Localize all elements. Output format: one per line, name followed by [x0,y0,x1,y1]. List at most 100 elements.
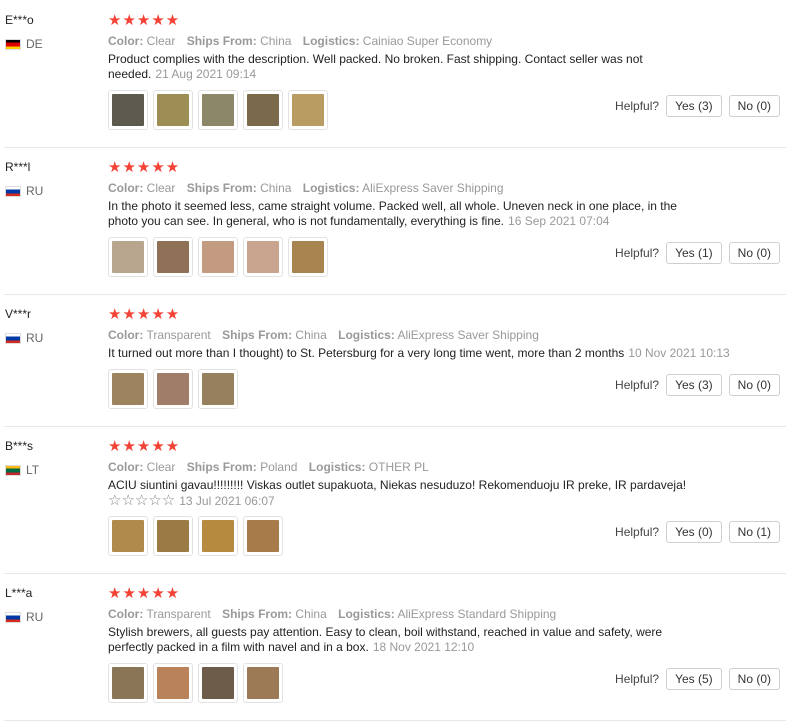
review-body: ACIU siuntini gavau!!!!!!!!! Viskas outl… [108,478,687,492]
review-body: It turned out more than I thought) to St… [108,346,625,360]
helpful-label: Helpful? [615,525,660,539]
review-photo-thumb[interactable] [198,237,238,277]
helpful-no-button[interactable]: No (0) [728,668,780,690]
review-divider [4,720,786,721]
review-photo-thumb[interactable] [108,237,148,277]
review-photo-thumb[interactable] [288,237,328,277]
review-photo-thumb[interactable] [153,369,193,409]
reviewer-name: E***o [5,13,34,27]
logistics-label: Logistics: [302,34,360,48]
reviewer-country: DE [5,37,43,51]
country-code: RU [26,184,44,198]
review-meta: Color: Clear Ships From: Poland Logistic… [108,460,429,474]
country-code: RU [26,610,44,624]
review-text: In the photo it seemed less, came straig… [108,199,703,229]
ships-from-value: China [295,328,327,342]
logistics-label: Logistics: [302,181,360,195]
logistics-value: AliExpress Saver Shipping [397,328,539,342]
country-code: LT [26,463,40,477]
review-photo-thumb[interactable] [108,90,148,130]
helpful-yes-button[interactable]: Yes (1) [666,242,722,264]
review-meta: Color: Clear Ships From: China Logistics… [108,34,492,48]
color-value: Transparent [146,607,211,621]
review-photo-thumb[interactable] [198,516,238,556]
logistics-label: Logistics: [338,607,395,621]
review-photo-thumb[interactable] [153,516,193,556]
review-photo-thumb[interactable] [198,663,238,703]
review-photo-thumb[interactable] [153,90,193,130]
ships-from-value: China [260,34,292,48]
helpful-group: Helpful? Yes (1) No (0) [615,242,780,264]
reviewer-country: RU [5,184,43,198]
review-text: Product complies with the description. W… [108,52,698,82]
helpful-no-button[interactable]: No (0) [728,374,780,396]
review-divider [4,294,786,295]
review-photo-thumb[interactable] [288,90,328,130]
review-meta: Color: Transparent Ships From: China Log… [108,607,556,621]
review-photo-thumb[interactable] [153,663,193,703]
review-photo-thumb[interactable] [198,369,238,409]
helpful-yes-button[interactable]: Yes (3) [666,95,722,117]
logistics-label: Logistics: [338,328,395,342]
color-label: Color: [108,34,144,48]
ships-from-value: China [260,181,292,195]
reviewer-country: RU [5,610,43,624]
rating-stars: ★★★★★ [108,159,181,176]
color-value: Clear [146,181,176,195]
review-photos [108,369,238,409]
ships-from-label: Ships From: [222,328,293,342]
review-photo-thumb[interactable] [108,663,148,703]
helpful-group: Helpful? Yes (0) No (1) [615,521,780,543]
logistics-value: AliExpress Standard Shipping [397,607,557,621]
helpful-label: Helpful? [615,672,660,686]
rating-stars: ★★★★★ [108,438,181,455]
sub-rating-row: ☆☆☆☆☆ 13 Jul 2021 06:07 [108,493,728,509]
reviewer-name: B***s [5,439,34,453]
flag-de-icon [5,38,21,50]
review-photo-thumb[interactable] [243,237,283,277]
review-text: ACIU siuntini gavau!!!!!!!!! Viskas outl… [108,478,728,509]
review-divider [4,147,786,148]
helpful-yes-button[interactable]: Yes (3) [666,374,722,396]
color-label: Color: [108,328,144,342]
review-photo-thumb[interactable] [108,369,148,409]
color-label: Color: [108,181,144,195]
review-date: 18 Nov 2021 12:10 [372,640,475,654]
ships-from-label: Ships From: [186,460,257,474]
review-photo-thumb[interactable] [243,516,283,556]
review-text: It turned out more than I thought) to St… [108,346,748,361]
logistics-value: Cainiao Super Economy [362,34,493,48]
review-date: 10 Nov 2021 10:13 [628,346,730,360]
review-photo-thumb[interactable] [153,237,193,277]
helpful-no-button[interactable]: No (1) [728,521,780,543]
ships-from-label: Ships From: [186,34,257,48]
flag-ru-icon [5,332,21,344]
rating-stars: ★★★★★ [108,306,181,323]
review-photo-thumb[interactable] [108,516,148,556]
review-divider [4,573,786,574]
review-text: Stylish brewers, all guests pay attentio… [108,625,683,655]
color-label: Color: [108,460,144,474]
color-value: Clear [146,34,176,48]
country-code: DE [26,37,43,51]
helpful-label: Helpful? [615,246,660,260]
logistics-label: Logistics: [308,460,366,474]
flag-ru-icon [5,611,21,623]
helpful-yes-button[interactable]: Yes (5) [666,668,722,690]
reviewer-name: L***a [5,586,33,600]
review-photo-thumb[interactable] [243,90,283,130]
helpful-yes-button[interactable]: Yes (0) [666,521,722,543]
review-meta: Color: Transparent Ships From: China Log… [108,328,539,342]
helpful-no-button[interactable]: No (0) [728,95,780,117]
helpful-no-button[interactable]: No (0) [728,242,780,264]
review-date: 13 Jul 2021 06:07 [179,494,275,508]
review-date: 16 Sep 2021 07:04 [508,214,610,228]
review-date: 21 Aug 2021 09:14 [155,67,257,81]
review-photo-thumb[interactable] [198,90,238,130]
country-code: RU [26,331,44,345]
reviewer-name: R***l [5,160,31,174]
color-value: Clear [146,460,176,474]
review-photos [108,516,283,556]
rating-stars: ★★★★★ [108,585,181,602]
review-photo-thumb[interactable] [243,663,283,703]
